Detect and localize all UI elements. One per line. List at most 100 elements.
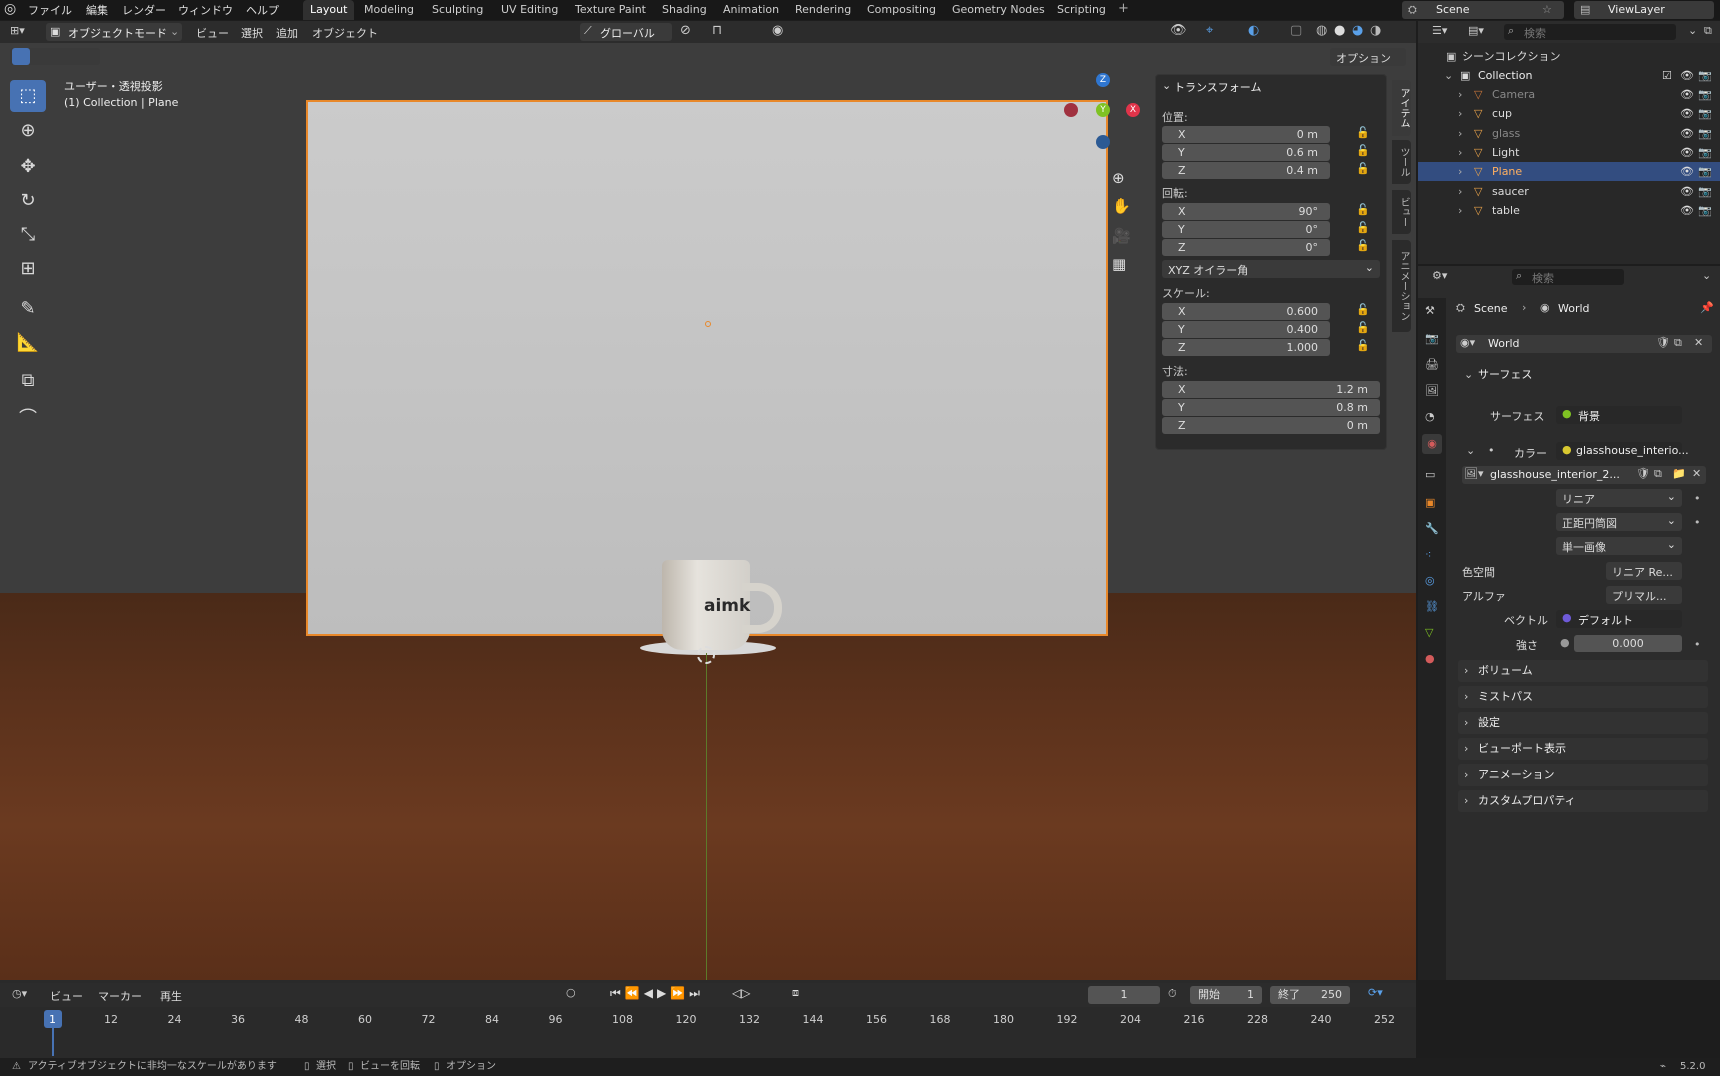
pin-icon[interactable]: 📌 (1700, 301, 1714, 314)
keyframe-jump-icon[interactable]: ◁▷ (732, 986, 750, 1000)
outliner-row-plane[interactable]: › ▽ Plane 👁 📷 (1418, 162, 1720, 182)
section-2[interactable]: › 設定 (1458, 712, 1708, 734)
transform-tool[interactable]: ⊞ (10, 253, 46, 285)
menu-edit[interactable]: 編集 (86, 2, 108, 18)
menu-file[interactable]: ファイル (28, 2, 72, 18)
lock-icon[interactable]: 🔓 (1356, 221, 1370, 234)
constraints-tab-icon[interactable]: ⛓ (1425, 600, 1439, 613)
outliner-row-scene-collection[interactable]: ▣ シーンコレクション (1418, 47, 1720, 66)
eye-icon[interactable]: 👁 (1680, 124, 1694, 143)
image-datablock[interactable]: 🖼▾ glasshouse_interior_2... 🛡 ⧉ 📁 ✕ (1462, 466, 1706, 484)
keyframe-record-icon[interactable]: ○ (566, 986, 576, 999)
particles-tab-icon[interactable]: ⁖ (1425, 548, 1431, 561)
tab-scripting[interactable]: Scripting (1050, 0, 1113, 20)
tab-tool[interactable]: ツール (1392, 140, 1411, 184)
breadcrumb-scene[interactable]: Scene (1474, 302, 1508, 315)
outliner-editor-icon[interactable]: ☰▾ (1432, 24, 1447, 37)
tab-view[interactable]: ビュー (1392, 190, 1411, 234)
gizmo-z-icon[interactable]: Z (1096, 73, 1110, 87)
editor-type-icon[interactable]: ⊞▾ (10, 24, 25, 37)
menu-help[interactable]: ヘルプ (246, 2, 279, 18)
chevron-right-icon[interactable]: › (1458, 85, 1462, 104)
world-datablock[interactable]: ◉▾ World 🛡 ⧉ ✕ (1456, 335, 1712, 353)
eye-icon[interactable]: 👁 (1680, 66, 1694, 85)
eye-icon[interactable]: 👁 (1680, 182, 1694, 201)
end-frame-field[interactable]: 終了 250 (1270, 986, 1350, 1004)
location-z-field[interactable]: Z 0.4 m (1162, 162, 1330, 179)
close-icon[interactable]: ✕ (1692, 467, 1701, 480)
auto-keying-icon[interactable]: ⧈ (792, 986, 799, 1000)
tab-geometry-nodes[interactable]: Geometry Nodes (945, 0, 1052, 20)
chevron-right-icon[interactable]: › (1458, 143, 1462, 162)
data-tab-icon[interactable]: ▽ (1425, 626, 1433, 639)
blender-logo-icon[interactable]: ◎ (4, 1, 16, 17)
eye-icon[interactable]: 👁 (1680, 162, 1694, 181)
checkbox-icon[interactable]: ☑ (1662, 66, 1672, 85)
current-frame-field[interactable]: 1 (1088, 986, 1160, 1004)
location-x-field[interactable]: X 0 m (1162, 126, 1330, 143)
chevron-right-icon[interactable]: › (1458, 182, 1462, 201)
dimensions-x-field[interactable]: X 1.2 m (1162, 381, 1380, 398)
measure-tool[interactable]: 📐 (10, 327, 46, 359)
collapse-chevron-icon[interactable]: ⌄ (1162, 79, 1171, 92)
world-tab-icon[interactable]: ◉ (1422, 434, 1442, 454)
viewport-menu-select[interactable]: 選択 (241, 25, 263, 41)
image-browse-icon[interactable]: 🖼▾ (1464, 467, 1484, 480)
outliner-row-table[interactable]: › ▽ table 👁 📷 (1418, 201, 1720, 220)
xray-icon[interactable]: ▢ (1290, 23, 1302, 38)
lock-icon[interactable]: 🔓 (1356, 203, 1370, 216)
duplicate-icon[interactable]: ⧉ (1654, 467, 1662, 481)
camera-render-icon[interactable]: 📷 (1698, 66, 1712, 85)
tab-layout[interactable]: Layout (303, 0, 355, 20)
options-dropdown[interactable]: オプション (1330, 48, 1406, 66)
select-box-tool[interactable]: ⬚ (10, 80, 46, 112)
ortho-toggle-icon[interactable]: ▦ (1112, 255, 1126, 273)
fake-user-icon[interactable]: 🛡 (1656, 336, 1670, 349)
outliner-row-collection[interactable]: ⌄ ▣ Collection ☑ 👁 📷 (1418, 66, 1720, 85)
eye-icon[interactable]: 👁 (1680, 104, 1694, 123)
interpolation-dropdown[interactable]: リニア ⌄ (1556, 489, 1682, 507)
move-tool[interactable]: ✥ (10, 151, 46, 183)
section-0[interactable]: › ボリューム (1458, 660, 1708, 682)
shading-solid-icon[interactable]: ● (1334, 23, 1345, 38)
camera-render-icon[interactable]: 📷 (1698, 104, 1712, 123)
zoom-icon[interactable]: ⊕ (1112, 169, 1125, 187)
display-mode-icon[interactable]: ▤▾ (1468, 24, 1484, 37)
stopwatch-icon[interactable]: ⏱ (1168, 987, 1177, 1001)
timeline-menu-playback[interactable]: 再生 (160, 988, 182, 1004)
tab-texture-paint[interactable]: Texture Paint (568, 0, 653, 20)
section-1[interactable]: › ミストパス (1458, 686, 1708, 708)
start-frame-field[interactable]: 開始 1 (1190, 986, 1262, 1004)
tool-tab-icon[interactable]: ⚒ (1425, 304, 1435, 317)
3d-cursor-icon[interactable] (697, 646, 715, 664)
timeline-menu-view[interactable]: ビュー (50, 988, 83, 1004)
select-mode-bar[interactable] (10, 48, 100, 65)
fake-user-icon[interactable]: 🛡 (1636, 467, 1650, 480)
tab-compositing[interactable]: Compositing (860, 0, 943, 20)
scale-x-field[interactable]: X 0.600 (1162, 303, 1330, 320)
chevron-down-icon[interactable]: ⌄ (1444, 66, 1453, 85)
lock-icon[interactable]: 🔓 (1356, 144, 1370, 157)
tab-sculpting[interactable]: Sculpting (425, 0, 490, 20)
rotate-tool[interactable]: ↻ (10, 185, 46, 217)
rotation-mode-dropdown[interactable]: XYZ オイラー角 ⌄ (1162, 260, 1380, 278)
menu-render[interactable]: レンダー (122, 2, 166, 18)
pin-icon[interactable]: ☆ (1542, 3, 1552, 16)
open-folder-icon[interactable]: 📁 (1672, 467, 1686, 480)
section-5[interactable]: › カスタムプロパティ (1458, 790, 1708, 812)
tab-animation-side[interactable]: アニメーション (1392, 240, 1411, 332)
viewport-menu-add[interactable]: 追加 (276, 25, 298, 41)
breadcrumb-world[interactable]: World (1558, 302, 1590, 315)
add-cube-tool[interactable]: ⧉ (10, 365, 46, 397)
snap-icon[interactable]: ⊓ (712, 23, 722, 38)
cursor-tool[interactable]: ⊕ (10, 115, 46, 147)
proportional-edit-icon[interactable]: ◉ (772, 23, 783, 38)
pan-hand-icon[interactable]: ✋ (1112, 197, 1131, 215)
output-tab-icon[interactable]: 🖨 (1425, 358, 1439, 371)
gizmo-neg-z-icon[interactable] (1096, 135, 1110, 149)
timeline-editor-icon[interactable]: ◷▾ (12, 987, 27, 1000)
material-tab-icon[interactable]: ● (1425, 652, 1435, 665)
overlay-toggle-icon[interactable]: ◐ (1248, 23, 1259, 38)
eye-icon[interactable]: 👁 (1680, 143, 1694, 162)
scene-tab-icon[interactable]: ◔ (1425, 410, 1435, 423)
